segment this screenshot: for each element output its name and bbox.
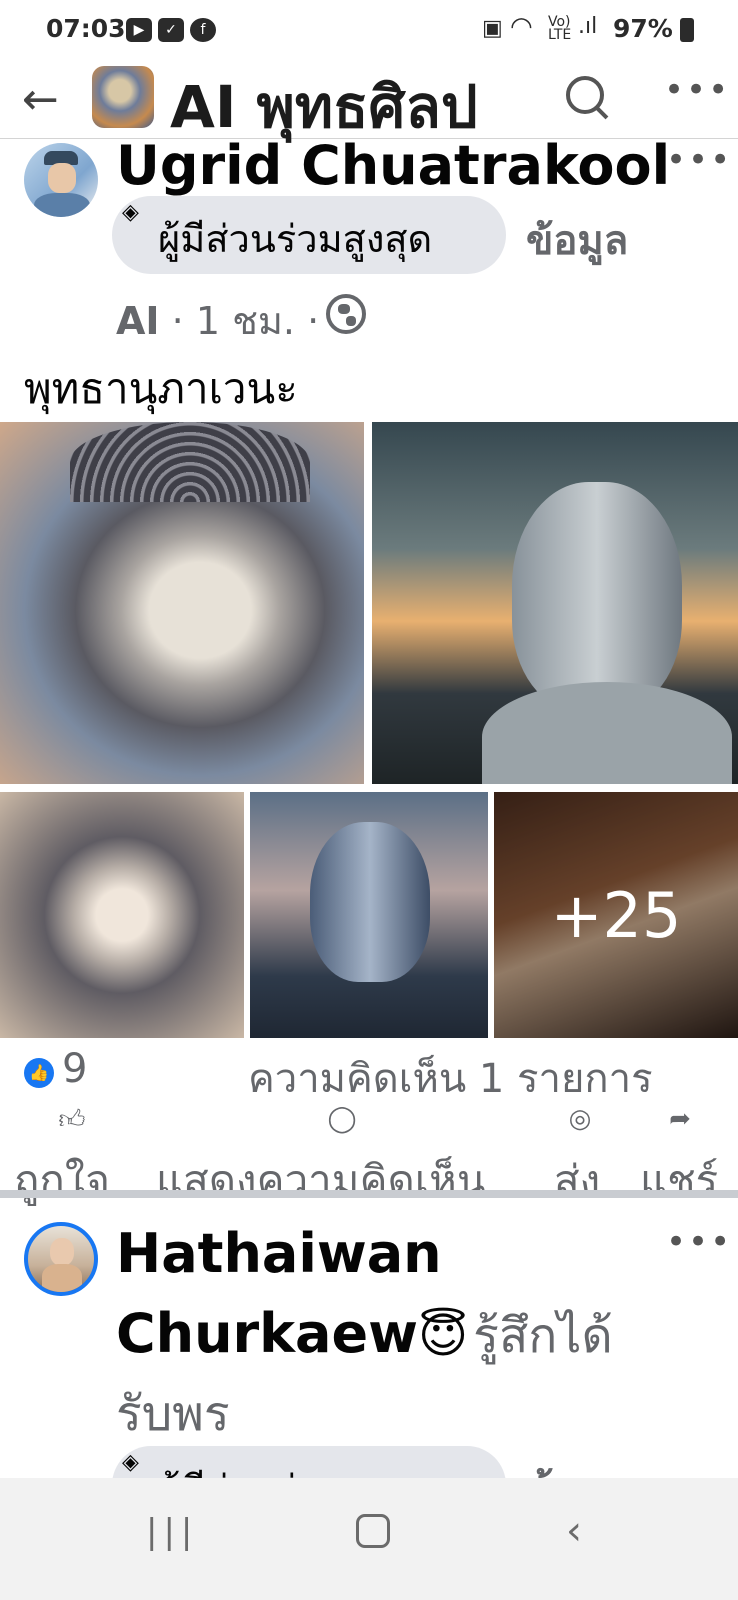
battery-saver-icon: ▣ xyxy=(482,16,503,41)
post-meta: AI · 1 ชม. · xyxy=(116,290,319,351)
top-contributor-badge[interactable]: ◈ ผู้มีส่วนร่วมสูงสุด xyxy=(112,196,506,274)
info-link[interactable]: ข้อมูล xyxy=(526,208,628,272)
battery-level: 97% xyxy=(613,14,673,43)
meta-tag: AI xyxy=(116,299,160,343)
photo-buddha-5[interactable]: +25 xyxy=(494,792,738,1038)
comment-count[interactable]: ความคิดเห็น 1 รายการ xyxy=(248,1046,653,1110)
battery-icon xyxy=(680,18,694,42)
check-icon: ✓ xyxy=(158,18,184,42)
messenger-icon[interactable]: ◎ xyxy=(560,1104,600,1134)
share-button[interactable]: แชร์ xyxy=(640,1148,718,1214)
group-avatar[interactable] xyxy=(92,66,154,128)
back-arrow-icon[interactable]: ← xyxy=(22,74,59,125)
photo-buddha-4[interactable] xyxy=(250,792,488,1038)
share-icon[interactable]: ➦ xyxy=(660,1104,700,1134)
recent-apps-icon[interactable]: ||| xyxy=(146,1512,198,1552)
group-header: ← AI พุทธศิลป ••• xyxy=(0,60,738,141)
post-divider xyxy=(0,1190,738,1198)
status-bar: 07:03 ▶ ✓ f ▣ ◠ Vo) LTE .ıl 97% xyxy=(0,0,738,60)
globe-icon xyxy=(326,294,366,334)
signal-icon: .ıl xyxy=(578,14,598,39)
diamond-icon: ◈ xyxy=(122,1450,139,1475)
photo-buddha-1[interactable] xyxy=(0,422,364,784)
feeling-text: รู้สึกได้ xyxy=(473,1308,613,1364)
author-name[interactable]: Churkaew xyxy=(116,1302,418,1365)
back-icon[interactable]: ‹ xyxy=(566,1508,582,1554)
youtube-icon: ▶ xyxy=(126,18,152,42)
author-avatar[interactable] xyxy=(24,1222,98,1296)
like-button[interactable]: ถูกใจ xyxy=(14,1148,110,1214)
smiling-halo-emoji: 😇 xyxy=(418,1308,469,1364)
post-options-icon[interactable]: ••• xyxy=(666,140,732,180)
like-reaction-icon[interactable]: 👍 xyxy=(24,1058,54,1088)
volte-icon: Vo) LTE xyxy=(548,14,572,43)
send-button[interactable]: ส่ง xyxy=(554,1148,600,1214)
search-icon[interactable] xyxy=(566,76,604,114)
like-icon[interactable]: 👍︎ xyxy=(52,1104,92,1135)
clock: 07:03 xyxy=(46,14,126,43)
meta-separator: · xyxy=(307,299,320,343)
photo-buddha-2[interactable] xyxy=(372,422,738,784)
post-caption: พุทธานุภาเวนะ xyxy=(24,364,298,413)
home-icon[interactable] xyxy=(356,1514,390,1548)
more-photos-overlay[interactable]: +25 xyxy=(494,792,738,1038)
photo-buddha-3[interactable] xyxy=(0,792,244,1038)
reaction-count[interactable]: 9 xyxy=(62,1046,87,1092)
author-name[interactable]: Ugrid Chuatrakool xyxy=(116,134,670,197)
more-options-icon[interactable]: ••• xyxy=(664,70,730,110)
badge-label: ผู้มีส่วนร่วมสูงสุด xyxy=(158,217,433,261)
system-navigation-bar: ||| ‹ xyxy=(0,1478,738,1600)
facebook-icon: f xyxy=(190,18,216,42)
post-options-icon[interactable]: ••• xyxy=(666,1222,732,1262)
wifi-icon: ◠ xyxy=(510,12,533,42)
author-name-line1[interactable]: Hathaiwan xyxy=(116,1222,442,1285)
author-avatar[interactable] xyxy=(24,143,98,217)
post-time[interactable]: 1 ชม. xyxy=(196,299,295,343)
meta-separator: · xyxy=(171,299,196,343)
author-name-line2: Churkaew😇 รู้สึกได้ xyxy=(116,1298,613,1374)
comment-icon[interactable]: ◯ xyxy=(322,1104,362,1134)
diamond-icon: ◈ xyxy=(122,200,139,225)
feeling-text-line2: รับพร xyxy=(116,1386,230,1442)
comment-button[interactable]: แสดงความคิดเห็น xyxy=(156,1148,486,1214)
